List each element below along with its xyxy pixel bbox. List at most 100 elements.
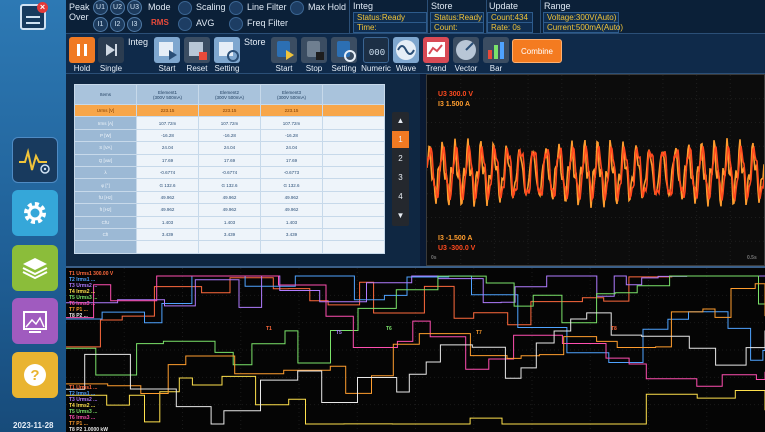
row-item[interactable]: S [VA] bbox=[74, 141, 137, 155]
cell[interactable] bbox=[322, 178, 385, 192]
page-up-button[interactable]: ▲ bbox=[392, 112, 409, 129]
cell[interactable]: 49.962 bbox=[260, 190, 323, 205]
combine-button[interactable]: Combine bbox=[512, 39, 562, 63]
single-button[interactable] bbox=[98, 37, 124, 63]
store-stop-button[interactable] bbox=[301, 37, 327, 63]
max-hold-toggle[interactable] bbox=[290, 1, 304, 15]
cell[interactable]: 24.04 bbox=[136, 141, 199, 155]
row-item[interactable]: Irms [A] bbox=[74, 116, 137, 130]
table-row[interactable]: fU [Hz] 49.962 49.962 49.962 bbox=[74, 190, 385, 205]
cell[interactable]: 107.72m bbox=[260, 116, 323, 130]
cell[interactable] bbox=[136, 240, 199, 254]
app-logo-icon[interactable]: × bbox=[20, 2, 48, 30]
row-item[interactable]: Q [var] bbox=[74, 153, 137, 167]
page-2-button[interactable]: 2 bbox=[392, 150, 409, 167]
cell[interactable]: 223.15 bbox=[260, 103, 323, 118]
waveform-settings-button[interactable] bbox=[12, 137, 58, 183]
cell[interactable]: 1.403 bbox=[260, 215, 323, 229]
cell[interactable]: 49.962 bbox=[260, 203, 323, 217]
vector-button[interactable] bbox=[453, 37, 479, 63]
page-4-button[interactable]: 4 bbox=[392, 188, 409, 205]
cell[interactable] bbox=[322, 227, 385, 242]
cell[interactable]: -0.6773 bbox=[260, 165, 323, 180]
waveform-display[interactable]: U3 300.0 V I3 1.500 A I3 -1.500 A U3 -30… bbox=[426, 74, 765, 266]
cell[interactable]: 49.962 bbox=[136, 190, 199, 205]
cell[interactable] bbox=[322, 240, 385, 254]
integ-start-button[interactable] bbox=[154, 37, 180, 63]
cell[interactable]: G 132.6 bbox=[198, 178, 261, 192]
table-row[interactable]: CfI 3.439 3.439 3.439 bbox=[74, 227, 385, 242]
table-header-element3[interactable]: Element3 (300V 500mA) bbox=[260, 84, 323, 105]
page-down-button[interactable]: ▼ bbox=[392, 207, 409, 224]
table-row[interactable]: fI [Hz] 49.962 49.962 49.962 bbox=[74, 203, 385, 217]
cell[interactable] bbox=[322, 103, 385, 118]
cell[interactable] bbox=[322, 165, 385, 180]
cell[interactable] bbox=[322, 203, 385, 217]
table-row[interactable]: φ [°] G 132.6 G 132.6 G 132.6 bbox=[74, 178, 385, 192]
avg-toggle[interactable] bbox=[178, 17, 192, 31]
page-1-button[interactable]: 1 bbox=[392, 131, 409, 148]
row-item[interactable]: φ [°] bbox=[74, 178, 137, 192]
cell[interactable]: 1.403 bbox=[136, 215, 199, 229]
integ-setting-button[interactable] bbox=[214, 37, 240, 63]
cell[interactable]: 3.439 bbox=[136, 227, 199, 242]
store-start-button[interactable] bbox=[271, 37, 297, 63]
cell[interactable]: 1.403 bbox=[198, 215, 261, 229]
table-row[interactable]: P [W] -16.28 -16.28 -16.28 bbox=[74, 128, 385, 143]
cell[interactable]: 49.962 bbox=[136, 203, 199, 217]
cell[interactable] bbox=[322, 153, 385, 167]
layers-button[interactable] bbox=[12, 245, 58, 291]
cell[interactable]: 17.69 bbox=[260, 153, 323, 167]
table-row[interactable]: CfU 1.403 1.403 1.403 bbox=[74, 215, 385, 229]
cell[interactable] bbox=[198, 240, 261, 254]
cell[interactable]: 107.72m bbox=[198, 116, 261, 130]
table-row[interactable]: Irms [A] 107.72m 107.72m 107.72m bbox=[74, 116, 385, 130]
cell[interactable]: 49.962 bbox=[198, 203, 261, 217]
scaling-toggle[interactable] bbox=[178, 1, 192, 15]
hold-button[interactable] bbox=[69, 37, 95, 63]
cell[interactable]: -16.28 bbox=[260, 128, 323, 143]
table-row[interactable]: Urms [V] 223.15 223.15 223.15 bbox=[74, 103, 385, 118]
cell[interactable]: 107.72m bbox=[136, 116, 199, 130]
trend-display[interactable]: T1 T5 T6 T7 T8 T1 Urms1 300.00 V T2 Irms1 ...… bbox=[66, 266, 765, 432]
cell[interactable]: 17.69 bbox=[136, 153, 199, 167]
cell[interactable]: G 132.6 bbox=[260, 178, 323, 192]
freq-filter-toggle[interactable] bbox=[229, 17, 243, 31]
cell[interactable] bbox=[322, 215, 385, 229]
screenshot-button[interactable] bbox=[12, 298, 58, 344]
cell[interactable]: G 132.6 bbox=[136, 178, 199, 192]
line-filter-toggle[interactable] bbox=[229, 1, 243, 15]
cell[interactable] bbox=[322, 128, 385, 143]
integ-reset-button[interactable] bbox=[184, 37, 210, 63]
table-row[interactable]: S [VA] 24.04 24.04 24.04 bbox=[74, 141, 385, 155]
cell[interactable]: 24.04 bbox=[260, 141, 323, 155]
cell[interactable]: 3.439 bbox=[260, 227, 323, 242]
wave-button[interactable] bbox=[393, 37, 419, 63]
row-item[interactable]: P [W] bbox=[74, 128, 137, 143]
row-item[interactable]: fI [Hz] bbox=[74, 203, 137, 217]
table-header-element1[interactable]: Element1 (300V 500mA) bbox=[136, 84, 199, 105]
trend-button[interactable] bbox=[423, 37, 449, 63]
row-item[interactable]: CfU bbox=[74, 215, 137, 229]
table-header-element2[interactable]: Element2 (300V 500mA) bbox=[198, 84, 261, 105]
cell[interactable] bbox=[322, 190, 385, 205]
cell[interactable]: -16.28 bbox=[136, 128, 199, 143]
cell[interactable]: -0.6774 bbox=[198, 165, 261, 180]
table-row[interactable] bbox=[74, 240, 385, 254]
cell[interactable]: -0.6774 bbox=[136, 165, 199, 180]
numeric-button[interactable]: 000 bbox=[363, 37, 389, 63]
close-icon[interactable]: × bbox=[37, 2, 48, 13]
row-item[interactable]: Urms [V] bbox=[74, 103, 137, 118]
cell[interactable]: 223.15 bbox=[136, 103, 199, 118]
cell[interactable]: 223.15 bbox=[198, 103, 261, 118]
settings-button[interactable] bbox=[12, 190, 58, 236]
cell[interactable] bbox=[260, 240, 323, 254]
cell[interactable]: -16.28 bbox=[198, 128, 261, 143]
bar-button[interactable] bbox=[483, 37, 509, 63]
table-row[interactable]: Q [var] 17.69 17.69 17.69 bbox=[74, 153, 385, 167]
table-row[interactable]: λ -0.6774 -0.6774 -0.6773 bbox=[74, 165, 385, 180]
cell[interactable]: 24.04 bbox=[198, 141, 261, 155]
help-button[interactable]: ? bbox=[12, 352, 58, 398]
store-setting-button[interactable] bbox=[331, 37, 357, 63]
cell[interactable]: 17.69 bbox=[198, 153, 261, 167]
